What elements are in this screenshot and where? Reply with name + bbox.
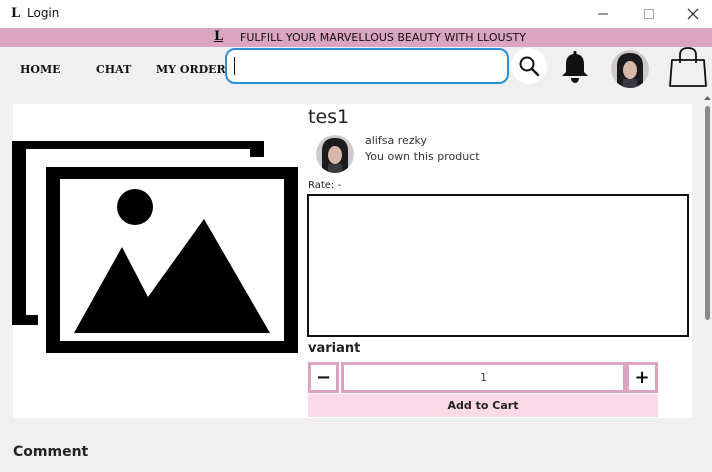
notification-button[interactable]	[560, 50, 590, 84]
bell-icon	[562, 51, 588, 83]
app-window: L Login L FULFILL YOUR MARVELLOUS BEAUTY…	[0, 0, 712, 472]
seller-avatar-image	[316, 135, 354, 173]
search-icon	[519, 56, 540, 77]
ownership-note: You own this product	[365, 150, 480, 163]
nav-home-link[interactable]: HOME	[20, 63, 61, 76]
vertical-scrollbar[interactable]	[703, 92, 712, 472]
decrement-quantity-button[interactable]: −	[308, 362, 339, 393]
rating-label: Rate: -	[308, 180, 342, 191]
quantity-field[interactable]: 1	[341, 362, 626, 393]
maximize-button[interactable]	[626, 0, 672, 28]
scrollbar-thumb[interactable]	[705, 106, 710, 320]
banner-text: FULFILL YOUR MARVELLOUS BEAUTY WITH LLOU…	[240, 31, 526, 44]
close-icon	[687, 8, 699, 20]
search-input[interactable]	[225, 48, 509, 84]
window-title: Login	[27, 6, 60, 20]
profile-avatar[interactable]	[611, 50, 649, 88]
plus-icon: +	[634, 367, 650, 388]
minus-icon: −	[315, 367, 332, 388]
close-button[interactable]	[670, 0, 712, 28]
comment-heading: Comment	[13, 444, 89, 460]
increment-quantity-button[interactable]: +	[626, 362, 658, 393]
maximize-icon	[644, 9, 654, 19]
navbar: HOME CHAT MY ORDER	[0, 47, 712, 92]
avatar-image	[611, 50, 649, 88]
seller-avatar	[316, 135, 354, 173]
text-cursor	[234, 57, 235, 75]
nav-my-order-link[interactable]: MY ORDER	[156, 63, 226, 76]
app-logo: L	[11, 6, 21, 21]
product-name: tes1	[308, 106, 350, 128]
shopping-bag-icon	[669, 47, 707, 87]
product-image	[12, 137, 302, 359]
scroll-up-arrow-icon[interactable]	[703, 94, 712, 102]
image-placeholder-icon	[12, 141, 298, 353]
banner-logo: L	[214, 29, 224, 44]
minimize-button[interactable]	[580, 0, 626, 28]
promo-banner: L FULFILL YOUR MARVELLOUS BEAUTY WITH LL…	[0, 28, 712, 47]
seller-name: alifsa rezky	[365, 134, 428, 147]
title-bar: L Login	[0, 0, 712, 28]
cart-button[interactable]	[667, 47, 709, 87]
minimize-icon	[598, 13, 608, 15]
nav-chat-link[interactable]: CHAT	[96, 63, 131, 76]
variant-label: variant	[308, 341, 361, 356]
search-button[interactable]	[511, 48, 547, 84]
add-to-cart-button[interactable]: Add to Cart	[308, 394, 658, 417]
product-description	[307, 194, 689, 337]
